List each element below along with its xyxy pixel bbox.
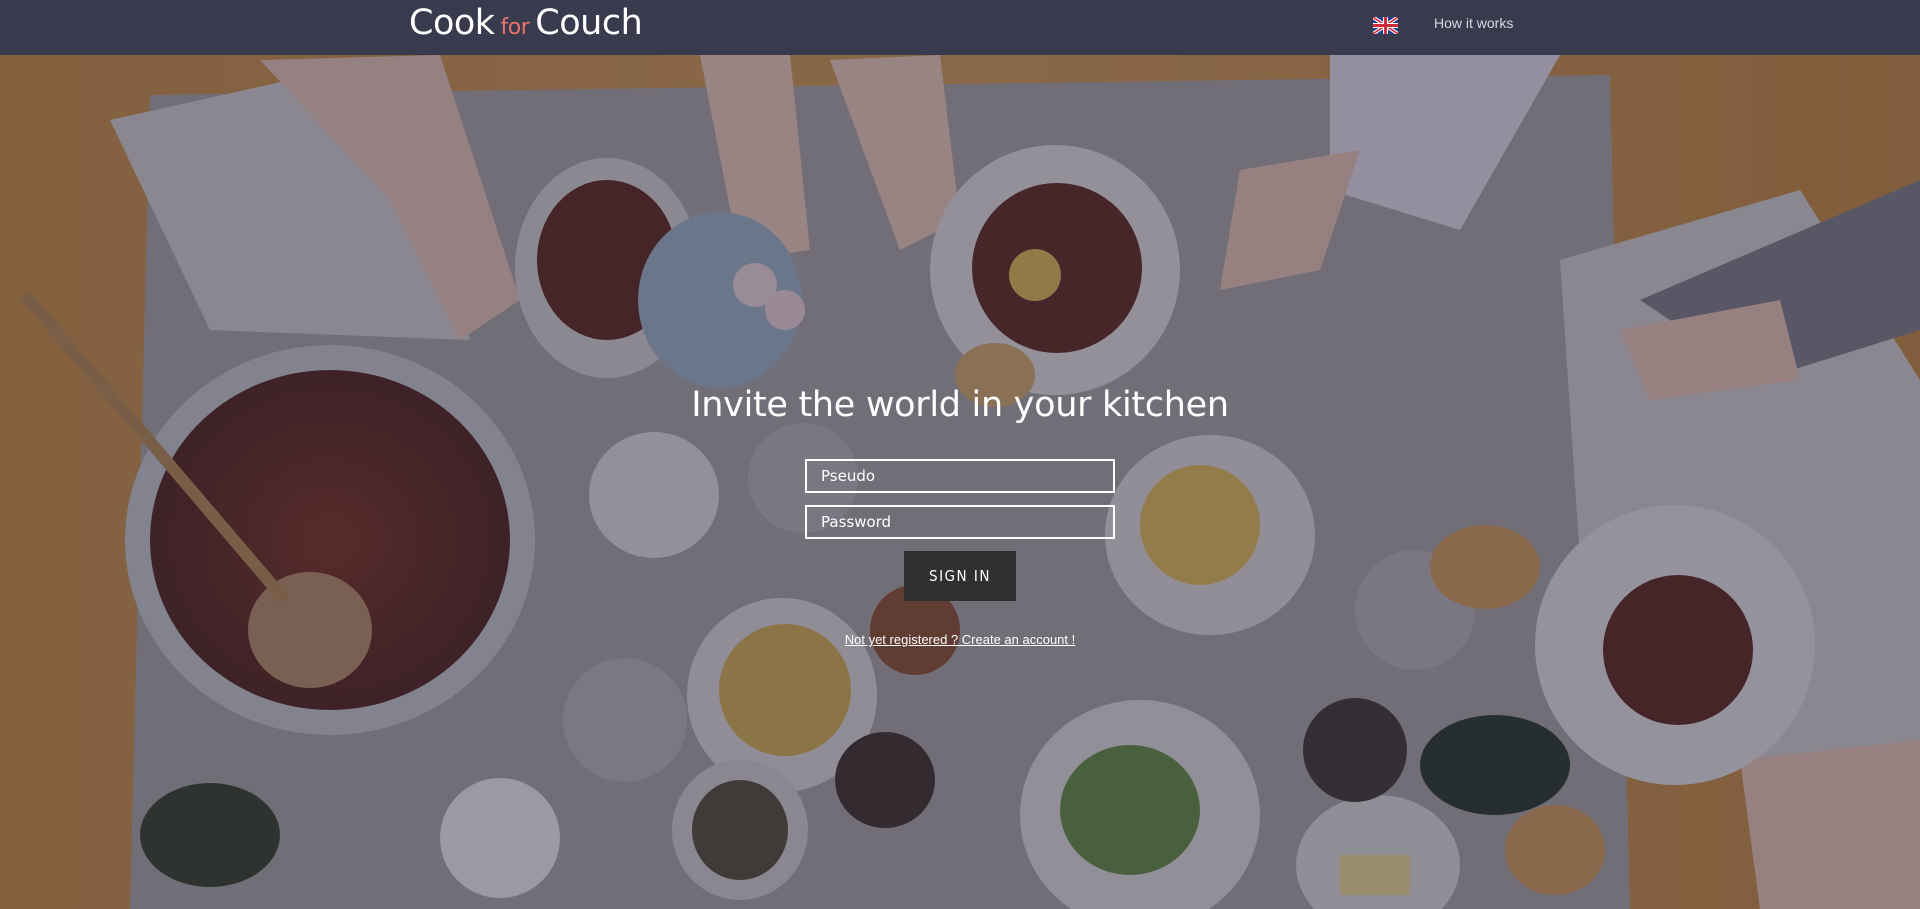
logo-text-couch: Couch — [535, 3, 643, 43]
sign-in-button[interactable]: SIGN IN — [904, 551, 1016, 601]
how-it-works-link[interactable]: How it works — [1434, 15, 1513, 31]
logo-text-for: for — [500, 15, 530, 40]
site-logo[interactable]: Cook for Couch — [409, 3, 643, 43]
pseudo-input[interactable] — [805, 459, 1115, 493]
register-row: Not yet registered ? Create an account ! — [0, 632, 1920, 647]
create-account-link[interactable]: Not yet registered ? Create an account ! — [845, 632, 1076, 647]
top-navbar: Cook for Couch How it works — [0, 0, 1920, 55]
logo-text-cook: Cook — [409, 3, 495, 43]
uk-flag-icon[interactable] — [1373, 17, 1398, 34]
hero-title: Invite the world in your kitchen — [691, 385, 1229, 425]
password-input[interactable] — [805, 505, 1115, 539]
